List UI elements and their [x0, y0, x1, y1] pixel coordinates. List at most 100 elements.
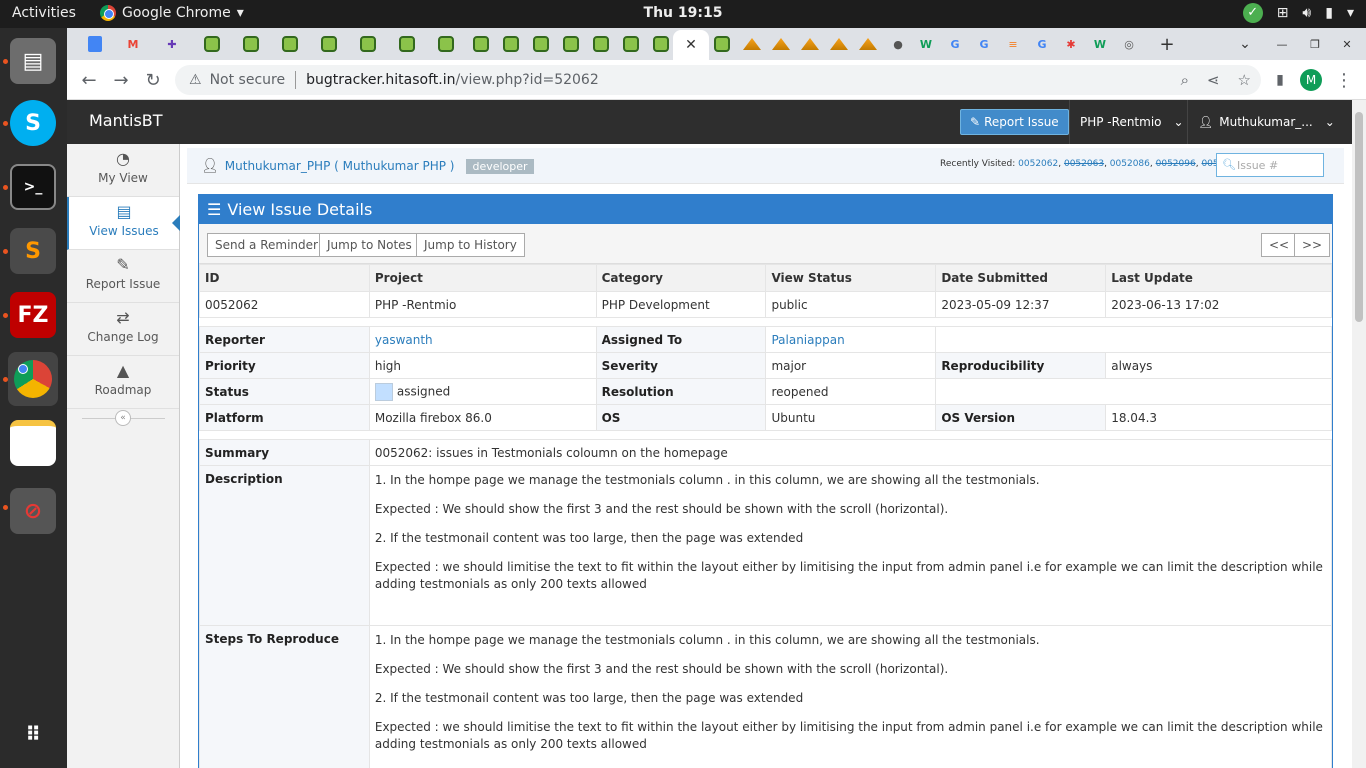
reporter-link[interactable]: yaswanth: [368, 326, 597, 353]
activities-button[interactable]: Activities: [12, 5, 76, 21]
url-bar[interactable]: ⚠ Not secure bugtracker.hitasoft.in/view…: [175, 65, 1261, 95]
clock[interactable]: Thu 19:15: [644, 5, 723, 21]
user-menu[interactable]: 👤︎ Muthukumar_... ⌄: [1187, 100, 1335, 144]
tab-android[interactable]: [531, 34, 551, 54]
bookmark-star-icon[interactable]: ☆: [1238, 71, 1251, 89]
tab-phpmyadmin[interactable]: [771, 34, 791, 54]
window-close-button[interactable]: ✕: [1337, 34, 1357, 54]
tab-app[interactable]: ✚: [162, 34, 182, 54]
android-icon: [243, 36, 259, 52]
recent-issue-link[interactable]: 0052096: [1156, 159, 1196, 169]
filezilla-icon[interactable]: FZ: [10, 292, 56, 338]
tab-android[interactable]: [280, 34, 300, 54]
tab-google[interactable]: G: [974, 34, 994, 54]
tab-phpmyadmin[interactable]: [858, 34, 878, 54]
sublime-text-icon[interactable]: S: [10, 228, 56, 274]
close-icon[interactable]: ✕: [685, 37, 697, 53]
show-apps-icon[interactable]: ⠿: [10, 711, 56, 757]
security-status[interactable]: Not secure: [210, 72, 286, 88]
sidebar-item-change-log[interactable]: ⇄ Change Log: [67, 303, 179, 356]
bars-icon: ☰: [207, 200, 222, 219]
tab-android[interactable]: [358, 34, 378, 54]
tab-docs[interactable]: [85, 34, 105, 54]
minimize-button[interactable]: —: [1272, 34, 1292, 54]
notes-icon[interactable]: [10, 420, 56, 466]
chevron-down-icon[interactable]: ▾: [1347, 5, 1354, 21]
issue-jump-input[interactable]: 🔍︎ Issue #: [1216, 153, 1324, 177]
blocked-app-icon[interactable]: ⊘: [10, 488, 56, 534]
share-icon[interactable]: ⋖: [1207, 71, 1220, 89]
tab-android[interactable]: [397, 34, 417, 54]
globe-icon: ●: [893, 37, 903, 51]
back-button[interactable]: ←: [77, 68, 101, 92]
tab-phpmyadmin[interactable]: [800, 34, 820, 54]
jump-to-notes-button[interactable]: Jump to Notes: [319, 233, 420, 257]
tab-w[interactable]: W: [916, 34, 936, 54]
skype-icon[interactable]: S: [10, 100, 56, 146]
tab-google[interactable]: G: [1032, 34, 1052, 54]
project-selector[interactable]: PHP -Rentmio ⌄: [1069, 100, 1187, 144]
scrollbar-thumb[interactable]: [1355, 112, 1363, 322]
user-link[interactable]: Muthukumar_PHP ( Muthukumar PHP ): [225, 159, 455, 173]
tab-android[interactable]: [651, 34, 671, 54]
tab-globe[interactable]: ●: [888, 34, 908, 54]
tab-android[interactable]: [591, 34, 611, 54]
tab-google[interactable]: G: [945, 34, 965, 54]
tab-search-button[interactable]: ⌄: [1235, 34, 1255, 54]
stackoverflow-icon: ≡: [1008, 37, 1018, 51]
terminal-icon[interactable]: >_: [10, 164, 56, 210]
tab-android[interactable]: [319, 34, 339, 54]
sidebar-item-my-view[interactable]: ◔ My View: [67, 144, 179, 197]
maximize-button[interactable]: ❐: [1305, 34, 1325, 54]
volume-icon[interactable]: 🔊︎: [1302, 5, 1311, 21]
recent-issue-link[interactable]: 0052062: [1018, 159, 1058, 169]
forward-button[interactable]: →: [109, 68, 133, 92]
assignee-link[interactable]: Palaniappan: [765, 326, 937, 353]
system-tray[interactable]: ✓ ⊞ 🔊︎ ▮ ▾: [1242, 3, 1354, 23]
send-reminder-button[interactable]: Send a Reminder: [207, 233, 326, 257]
new-tab-button[interactable]: +: [1157, 34, 1177, 55]
tab-gmail[interactable]: M: [123, 34, 143, 54]
jump-to-history-button[interactable]: Jump to History: [416, 233, 525, 257]
tab-android[interactable]: [561, 34, 581, 54]
tab-android[interactable]: [241, 34, 261, 54]
app-menu[interactable]: Google Chrome ▾: [100, 5, 244, 21]
tab-chrome[interactable]: ◎: [1119, 34, 1139, 54]
sidebar-collapse-button[interactable]: «: [115, 410, 131, 426]
report-issue-button[interactable]: ✎ Report Issue: [960, 109, 1069, 135]
tab-android[interactable]: [471, 34, 491, 54]
active-tab[interactable]: ✕: [673, 30, 709, 60]
tab-android[interactable]: [501, 34, 521, 54]
reload-button[interactable]: ↻: [141, 68, 165, 92]
recent-issue-link[interactable]: 0052063: [1064, 159, 1104, 169]
tab-android[interactable]: [202, 34, 222, 54]
tab-asterisk[interactable]: ✱: [1061, 34, 1081, 54]
recent-issue-link[interactable]: 0052086: [1110, 159, 1150, 169]
page-scrollbar[interactable]: [1352, 100, 1366, 768]
next-issue-button[interactable]: >>: [1294, 233, 1331, 257]
files-icon[interactable]: ▤: [10, 38, 56, 84]
recently-visited: Recently Visited: 0052062, 0052063, 0052…: [940, 159, 1242, 169]
tab-phpmyadmin[interactable]: [829, 34, 849, 54]
sidebar-item-report-issue[interactable]: ✎ Report Issue: [67, 250, 179, 303]
profile-avatar[interactable]: M: [1300, 69, 1322, 91]
tab-phpmyadmin[interactable]: [742, 34, 762, 54]
network-icon[interactable]: ⊞: [1277, 5, 1289, 21]
sidebar-item-roadmap[interactable]: ▲ Roadmap: [67, 356, 179, 409]
update-check-icon[interactable]: ✓: [1242, 3, 1263, 23]
warning-icon[interactable]: ⚠: [189, 72, 202, 88]
tab-stackoverflow[interactable]: ≡: [1003, 34, 1023, 54]
sidebar-item-view-issues[interactable]: ▤ View Issues: [67, 197, 180, 250]
chrome-menu-button[interactable]: ⋮: [1332, 68, 1356, 92]
tab-android[interactable]: [712, 34, 732, 54]
zoom-icon[interactable]: ⌕: [1181, 71, 1189, 89]
tab-android[interactable]: [436, 34, 456, 54]
omnibox-actions: ⌕ ⋖ ☆: [1181, 71, 1251, 89]
battery-icon[interactable]: ▮: [1325, 5, 1333, 21]
side-panel-button[interactable]: ▮: [1268, 68, 1292, 92]
tab-android[interactable]: [621, 34, 641, 54]
tab-w[interactable]: W: [1090, 34, 1110, 54]
chrome-icon[interactable]: [8, 352, 58, 406]
previous-issue-button[interactable]: <<: [1261, 233, 1298, 257]
brand-logo[interactable]: MantisBT: [89, 111, 163, 130]
